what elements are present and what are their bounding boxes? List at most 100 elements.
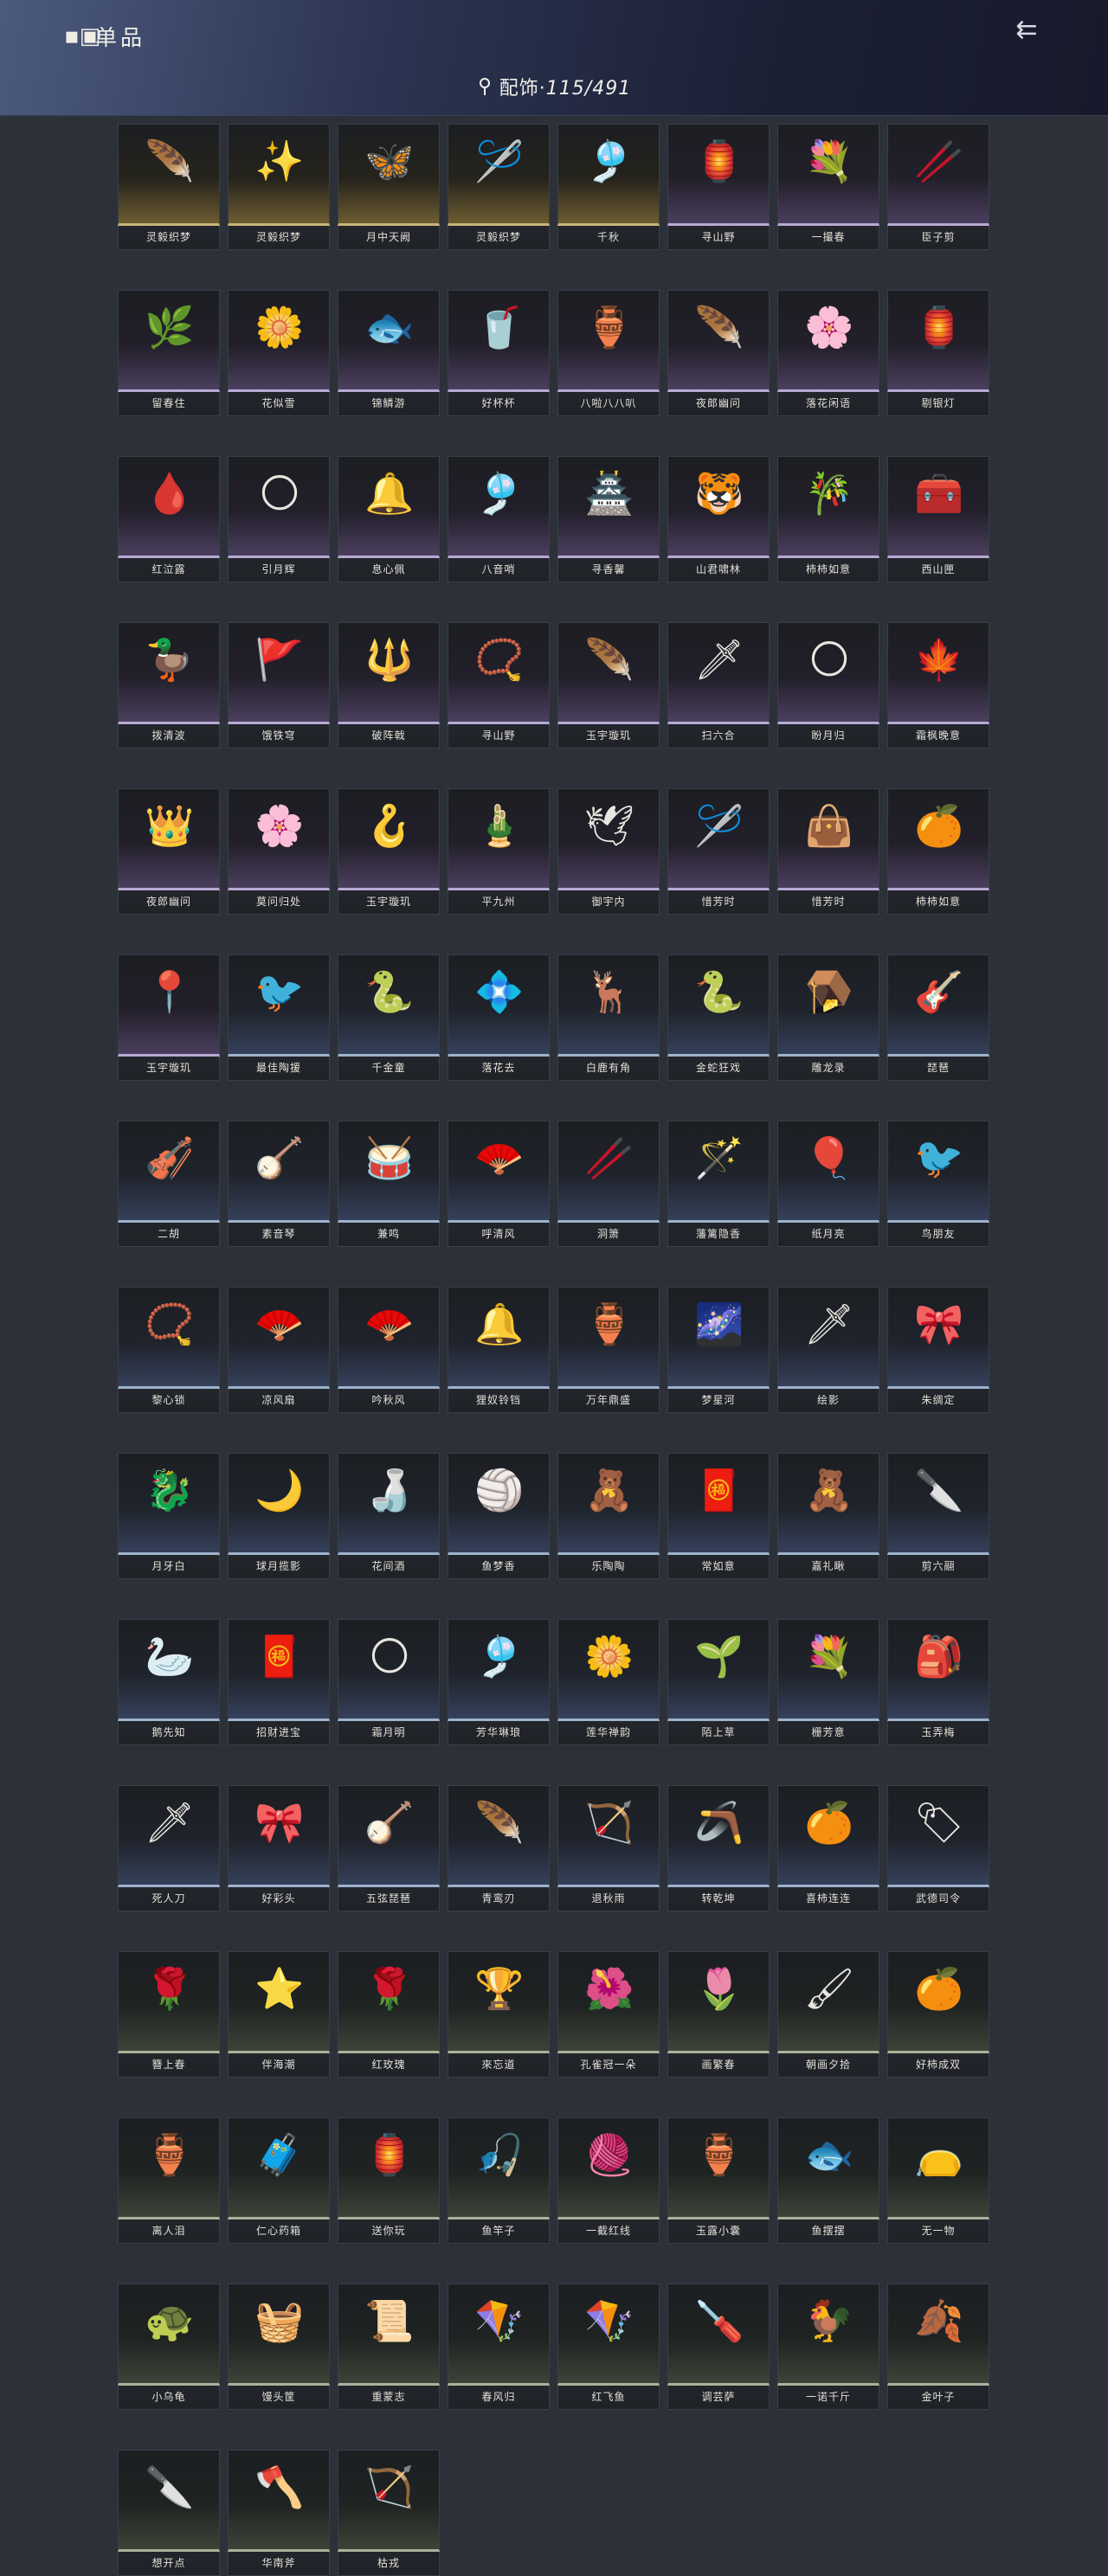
item-card[interactable]: 🧶 一截红线 bbox=[557, 2117, 660, 2244]
item-thumbnail[interactable]: 🌕 bbox=[228, 456, 330, 558]
item-card[interactable]: 🐉 月牙白 bbox=[118, 1453, 220, 1579]
item-card[interactable]: 🐯 山君啸林 bbox=[667, 456, 770, 582]
item-thumbnail[interactable]: 🩸 bbox=[118, 456, 220, 558]
item-thumbnail[interactable]: 🪃 bbox=[667, 1785, 770, 1887]
item-thumbnail[interactable]: 🧺 bbox=[228, 2284, 330, 2386]
item-thumbnail[interactable]: 🌸 bbox=[777, 290, 879, 392]
item-thumbnail[interactable]: 🪄 bbox=[667, 1121, 770, 1223]
item-thumbnail[interactable]: 🌹 bbox=[118, 1951, 220, 2053]
item-card[interactable]: 🎻 二胡 bbox=[118, 1121, 220, 1247]
item-card[interactable]: 🪶 青鸾刃 bbox=[448, 1785, 550, 1911]
item-card[interactable]: 🎒 玉弄梅 bbox=[887, 1619, 989, 1745]
item-card[interactable]: 📿 黎心锁 bbox=[118, 1287, 220, 1413]
item-thumbnail[interactable]: 📿 bbox=[448, 622, 550, 724]
item-thumbnail[interactable]: 🎒 bbox=[887, 1619, 989, 1721]
item-thumbnail[interactable]: 🍂 bbox=[887, 2284, 989, 2386]
item-thumbnail[interactable]: 🪡 bbox=[448, 124, 550, 226]
item-card[interactable]: 🪕 素音琴 bbox=[228, 1121, 330, 1247]
item-card[interactable]: 🌺 孔雀冠一朵 bbox=[557, 1951, 660, 2078]
item-card[interactable]: 🏷 武德司令 bbox=[887, 1785, 989, 1911]
item-card[interactable]: 🧧 招财进宝 bbox=[228, 1619, 330, 1745]
item-card[interactable]: 🔪 剪六翮 bbox=[887, 1453, 989, 1579]
item-thumbnail[interactable]: 🍊 bbox=[777, 1785, 879, 1887]
item-card[interactable]: 🧺 馒头筐 bbox=[228, 2284, 330, 2410]
item-card[interactable]: 🧸 乐陶陶 bbox=[557, 1453, 660, 1579]
item-thumbnail[interactable]: 🏺 bbox=[118, 2117, 220, 2219]
item-thumbnail[interactable]: 🐦 bbox=[887, 1121, 989, 1223]
item-thumbnail[interactable]: 👜 bbox=[777, 788, 879, 890]
item-thumbnail[interactable]: 🪕 bbox=[228, 1121, 330, 1223]
item-thumbnail[interactable]: 🌸 bbox=[228, 788, 330, 890]
item-thumbnail[interactable]: 🏺 bbox=[667, 2117, 770, 2219]
item-thumbnail[interactable]: 🪭 bbox=[338, 1287, 440, 1389]
item-thumbnail[interactable]: 🌷 bbox=[667, 1951, 770, 2053]
item-thumbnail[interactable]: 🧧 bbox=[667, 1453, 770, 1555]
item-card[interactable]: 🦢 鹅先知 bbox=[118, 1619, 220, 1745]
item-card[interactable]: 🍶 花间酒 bbox=[338, 1453, 440, 1579]
item-thumbnail[interactable]: 🪶 bbox=[448, 1785, 550, 1887]
item-card[interactable]: 🎈 纸月亮 bbox=[777, 1121, 879, 1247]
item-card[interactable]: 🔪 想开点 bbox=[118, 2450, 220, 2576]
item-card[interactable]: 🌹 簪上春 bbox=[118, 1951, 220, 2078]
item-thumbnail[interactable]: 🪁 bbox=[557, 2284, 660, 2386]
item-thumbnail[interactable]: 💠 bbox=[448, 954, 550, 1057]
item-card[interactable]: 🍂 金叶子 bbox=[887, 2284, 989, 2410]
item-card[interactable]: 🪶 玉宇璇玑 bbox=[557, 622, 660, 748]
item-card[interactable]: 💐 一撮春 bbox=[777, 124, 879, 250]
item-card[interactable]: 🔔 息心佩 bbox=[338, 456, 440, 582]
item-thumbnail[interactable]: 🏮 bbox=[667, 124, 770, 226]
item-thumbnail[interactable]: 🐦 bbox=[228, 954, 330, 1057]
item-card[interactable]: 📿 寻山野 bbox=[448, 622, 550, 748]
item-thumbnail[interactable]: 🌱 bbox=[667, 1619, 770, 1721]
item-card[interactable]: 🦌 白鹿有角 bbox=[557, 954, 660, 1081]
item-thumbnail[interactable]: 🏷 bbox=[887, 1785, 989, 1887]
item-card[interactable]: 🐓 一诺千斤 bbox=[777, 2284, 879, 2410]
item-card[interactable]: 🗡 绘影 bbox=[777, 1287, 879, 1413]
item-thumbnail[interactable]: 🍶 bbox=[338, 1453, 440, 1555]
item-card[interactable]: 🌱 陌上草 bbox=[667, 1619, 770, 1745]
item-card[interactable]: 🌌 梦星河 bbox=[667, 1287, 770, 1413]
item-card[interactable]: 🪶 灵毅织梦 bbox=[118, 124, 220, 250]
item-thumbnail[interactable]: 📍 bbox=[118, 954, 220, 1057]
item-card[interactable]: 🌼 花似雪 bbox=[228, 290, 330, 416]
item-thumbnail[interactable]: 🧶 bbox=[557, 2117, 660, 2219]
item-card[interactable]: 🔔 狸奴铃铛 bbox=[448, 1287, 550, 1413]
back-arrow-icon[interactable]: ⇇ bbox=[1009, 15, 1044, 46]
item-card[interactable]: 🌸 落花闲语 bbox=[777, 290, 879, 416]
item-card[interactable]: 🎸 琵琶 bbox=[887, 954, 989, 1081]
item-thumbnail[interactable]: 🏐 bbox=[448, 1453, 550, 1555]
item-thumbnail[interactable]: 🏺 bbox=[557, 1287, 660, 1389]
item-thumbnail[interactable]: 🏮 bbox=[887, 290, 989, 392]
item-card[interactable]: 👝 无一物 bbox=[887, 2117, 989, 2244]
item-card[interactable]: 🏹 退秋雨 bbox=[557, 1785, 660, 1911]
item-thumbnail[interactable]: 🎣 bbox=[448, 2117, 550, 2219]
item-card[interactable]: 🦋 月中天阙 bbox=[338, 124, 440, 250]
item-card[interactable]: 🎀 好彩头 bbox=[228, 1785, 330, 1911]
item-thumbnail[interactable]: 🎐 bbox=[448, 456, 550, 558]
item-thumbnail[interactable]: 🎐 bbox=[557, 124, 660, 226]
item-card[interactable]: 🏯 寻香馨 bbox=[557, 456, 660, 582]
item-thumbnail[interactable]: 🌹 bbox=[338, 1951, 440, 2053]
item-card[interactable]: 📜 重蒙志 bbox=[338, 2284, 440, 2410]
item-thumbnail[interactable]: 🍁 bbox=[887, 622, 989, 724]
item-card[interactable]: 🎣 鱼竿子 bbox=[448, 2117, 550, 2244]
item-card[interactable]: 🐦 鸟朋友 bbox=[887, 1121, 989, 1247]
item-thumbnail[interactable]: 🪓 bbox=[228, 2450, 330, 2552]
item-thumbnail[interactable]: 🏆 bbox=[448, 1951, 550, 2053]
item-thumbnail[interactable]: 🧰 bbox=[887, 456, 989, 558]
item-thumbnail[interactable]: 🪝 bbox=[338, 788, 440, 890]
item-card[interactable]: 🐦 最佳陶援 bbox=[228, 954, 330, 1081]
item-card[interactable]: 🪓 华南斧 bbox=[228, 2450, 330, 2576]
item-thumbnail[interactable]: 🌌 bbox=[667, 1287, 770, 1389]
item-thumbnail[interactable]: 🌕 bbox=[777, 622, 879, 724]
item-thumbnail[interactable]: 🏹 bbox=[557, 1785, 660, 1887]
item-thumbnail[interactable]: 🥤 bbox=[448, 290, 550, 392]
item-thumbnail[interactable]: 🪶 bbox=[118, 124, 220, 226]
item-card[interactable]: 🎍 平九州 bbox=[448, 788, 550, 915]
item-thumbnail[interactable]: 🥁 bbox=[338, 1121, 440, 1223]
item-card[interactable]: 🧧 常如意 bbox=[667, 1453, 770, 1579]
item-card[interactable]: 🧸 嘉礼瞅 bbox=[777, 1453, 879, 1579]
item-thumbnail[interactable]: 🪤 bbox=[777, 954, 879, 1057]
item-thumbnail[interactable]: 📜 bbox=[338, 2284, 440, 2386]
item-card[interactable]: 🐢 小乌龟 bbox=[118, 2284, 220, 2410]
